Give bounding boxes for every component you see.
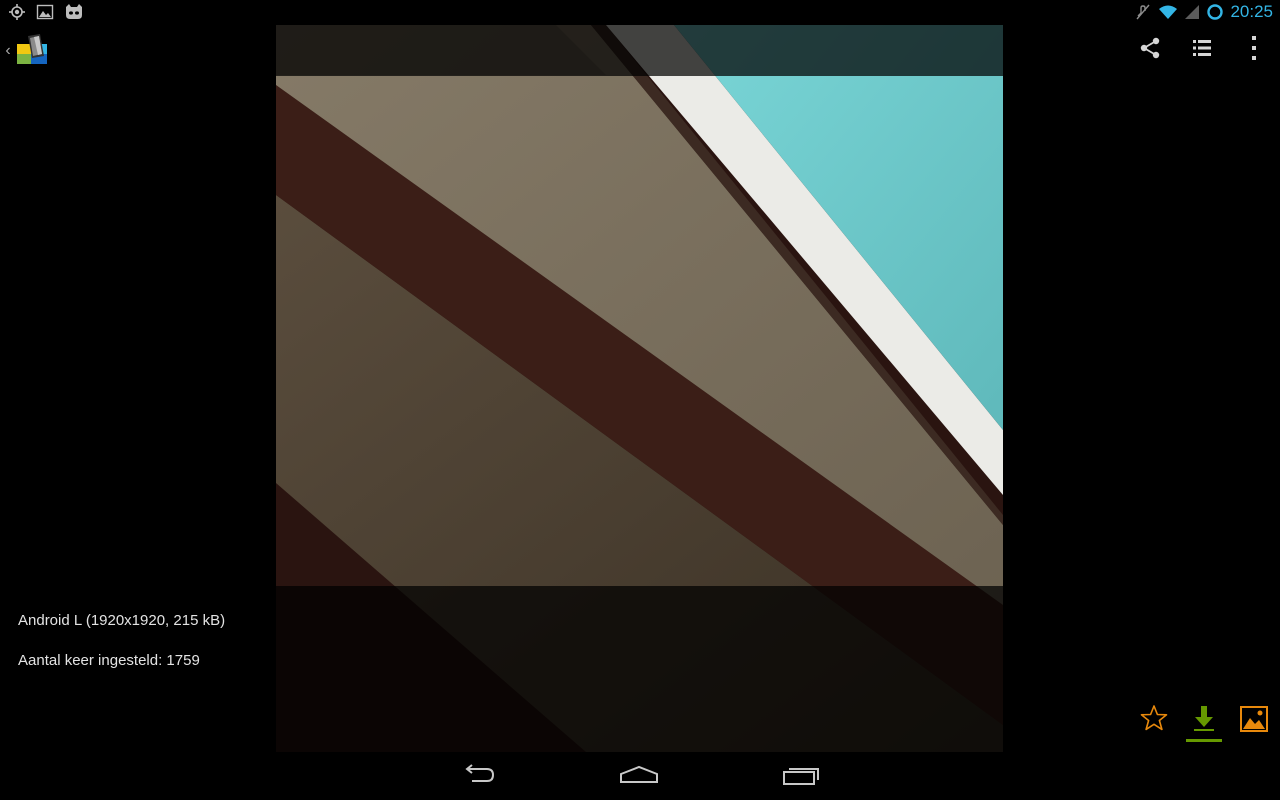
mute-icon <box>1134 3 1152 21</box>
bottom-scrim <box>276 586 1003 752</box>
download-icon <box>1191 704 1217 737</box>
set-count: Aantal keer ingesteld: 1759 <box>18 652 200 669</box>
home-button[interactable] <box>609 760 669 794</box>
set-wallpaper-icon <box>1239 704 1269 739</box>
recents-button[interactable] <box>771 760 831 794</box>
wallpaper-preview[interactable] <box>276 25 1003 752</box>
star-icon <box>1140 704 1168 737</box>
chevron-left-icon: ‹ <box>5 42 11 59</box>
image-notification-icon <box>36 3 54 21</box>
top-scrim <box>276 25 1003 76</box>
cyanogenmod-icon <box>64 3 84 21</box>
recents-icon <box>781 764 821 791</box>
up-navigation-button[interactable]: ‹ <box>2 31 58 71</box>
back-button[interactable] <box>447 760 507 794</box>
back-icon <box>458 763 496 791</box>
wallpaper-actions <box>1136 704 1272 742</box>
share-button[interactable] <box>1124 25 1176 75</box>
set-wallpaper-button[interactable] <box>1236 704 1272 742</box>
download-button[interactable] <box>1186 704 1222 742</box>
favorite-button[interactable] <box>1136 704 1172 742</box>
wallpaper-app-icon <box>14 30 52 73</box>
clock: 20:25 <box>1230 2 1273 21</box>
wallpaper-title: Android L (1920x1920, 215 kB) <box>18 612 226 629</box>
battery-ring-icon <box>1206 3 1224 21</box>
wifi-icon <box>1158 3 1178 21</box>
status-bar: 20:25 <box>0 0 1280 25</box>
navigation-bar <box>0 752 1280 800</box>
overflow-menu-button[interactable] <box>1228 25 1280 75</box>
share-icon <box>1138 36 1162 65</box>
list-icon <box>1191 37 1213 64</box>
location-icon <box>8 3 26 21</box>
list-button[interactable] <box>1176 25 1228 75</box>
wallpaper-info: Android L (1920x1920, 215 kB) Aantal kee… <box>18 611 225 671</box>
overflow-menu-icon <box>1250 35 1258 66</box>
wallpaper-detail-screen: 20:25 ‹ Android L (1920x1920, 215 kB) Aa… <box>0 0 1280 800</box>
home-icon <box>619 764 659 791</box>
signal-icon <box>1184 3 1200 21</box>
download-underline <box>1186 739 1222 742</box>
